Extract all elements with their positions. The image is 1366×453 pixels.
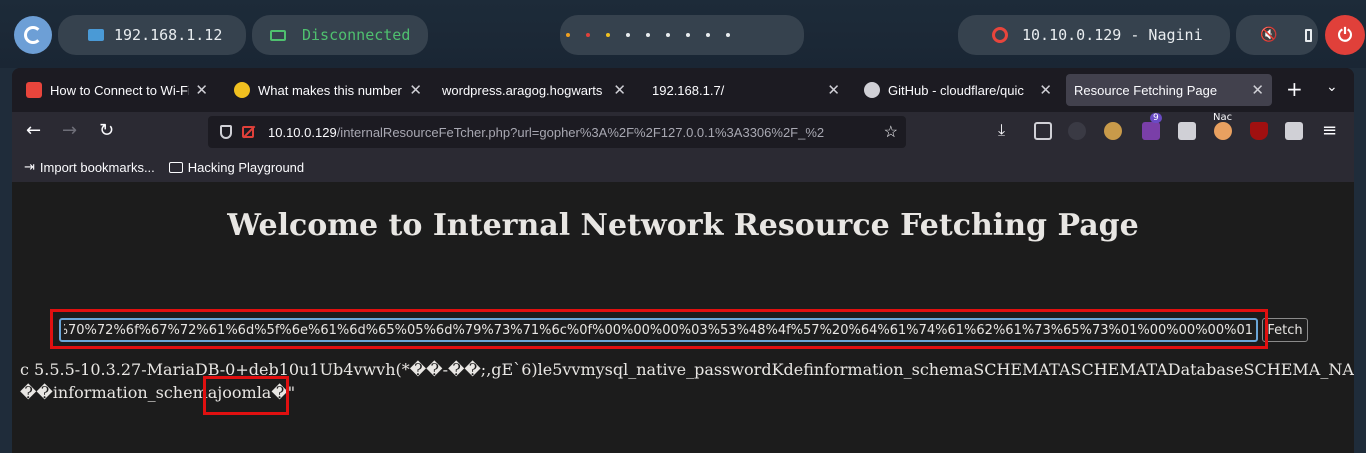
browser-window: How to Connect to Wi-Fi ✕ What makes thi… (12, 68, 1354, 453)
page-content: Welcome to Internal Network Resource Fet… (12, 182, 1354, 453)
address-bar[interactable]: 10.10.0.129 /internalResourceFeTcher.php… (208, 116, 906, 148)
url-path: /internalResourceFeTcher.php?url=gopher%… (336, 124, 825, 140)
downloads-icon[interactable]: ⤓ (998, 120, 1005, 140)
tracking-protection-icon[interactable] (220, 125, 232, 139)
import-bookmarks-item[interactable]: ⇥ Import bookmarks... (24, 159, 155, 175)
new-tab-button[interactable]: + (1286, 77, 1303, 101)
cookie-extension-icon[interactable] (1104, 122, 1122, 140)
tab-title: wordpress.aragog.hogwarts (442, 82, 603, 98)
close-tab-icon[interactable]: ✕ (613, 81, 626, 99)
github-icon (864, 82, 880, 98)
tab-5-active[interactable]: Resource Fetching Page ✕ (1066, 74, 1272, 106)
tab-title: Resource Fetching Page (1074, 82, 1218, 98)
target-name: 10.10.0.129 - Nagini (1022, 26, 1203, 44)
nac-label: Nac (1213, 112, 1233, 123)
tab-title: How to Connect to Wi-Fi (50, 82, 190, 98)
qr-code-icon[interactable] (1285, 122, 1303, 140)
url-host: 10.10.0.129 (268, 124, 337, 140)
workspace-dot-8[interactable] (706, 33, 710, 37)
target-icon (992, 27, 1008, 43)
workspace-dot-1[interactable] (566, 33, 570, 37)
close-tab-icon[interactable]: ✕ (195, 81, 208, 99)
extensions-icon[interactable] (1034, 122, 1052, 140)
network-icon (88, 29, 104, 41)
rocket-icon (234, 82, 250, 98)
ublock-icon[interactable] (1250, 122, 1268, 140)
battery-icon (1305, 28, 1313, 42)
workspace-dot-2[interactable] (586, 33, 590, 37)
tray-widget[interactable]: 🔇 (1236, 15, 1318, 55)
workspace-dot-3[interactable] (606, 33, 610, 37)
laptop-icon (270, 29, 286, 41)
folder-icon (168, 161, 183, 173)
close-tab-icon[interactable]: ✕ (827, 81, 840, 99)
close-tab-icon[interactable]: ✕ (409, 81, 422, 99)
tab-title: What makes this number (258, 82, 402, 98)
vpn-status-widget[interactable]: Disconnected (252, 15, 428, 55)
target-widget[interactable]: 10.10.0.129 - Nagini (958, 15, 1230, 55)
close-tab-icon[interactable]: ✕ (1039, 81, 1052, 99)
insecure-connection-icon[interactable] (242, 126, 254, 138)
extension-badge: 9 (1150, 113, 1162, 123)
workspace-dot-4[interactable] (626, 33, 630, 37)
bookmark-label: Hacking Playground (187, 159, 305, 175)
tab-0[interactable]: How to Connect to Wi-Fi ✕ (16, 74, 216, 106)
tab-1[interactable]: What makes this number ✕ (224, 74, 430, 106)
power-button[interactable]: ⏻ (1325, 15, 1365, 55)
list-all-tabs-button[interactable]: ⌄ (1326, 79, 1338, 95)
fetch-button[interactable]: Fetch (1262, 318, 1308, 342)
system-panel: 192.168.1.12 Disconnected 10.10.0.129 - … (0, 0, 1366, 68)
debian-logo-icon (24, 26, 42, 44)
highlight-box-input (50, 309, 1268, 349)
mask-extension-icon[interactable] (1068, 122, 1086, 140)
puzzle-extension-icon[interactable] (1142, 122, 1160, 140)
mute-icon[interactable]: 🔇 (1260, 27, 1277, 43)
tab-2[interactable]: wordpress.aragog.hogwarts ✕ (432, 74, 634, 106)
tab-bar: How to Connect to Wi-Fi ✕ What makes thi… (12, 68, 1354, 112)
forward-button[interactable]: → (62, 120, 77, 141)
reload-button[interactable]: ↻ (99, 120, 114, 141)
tab-title: GitHub - cloudflare/quic (888, 82, 1024, 98)
house-extension-icon[interactable] (1178, 122, 1196, 140)
bookmarks-toolbar: ⇥ Import bookmarks... Hacking Playground (12, 152, 1354, 182)
bookmark-label: Import bookmarks... (39, 159, 155, 175)
nac-extension-icon[interactable] (1214, 122, 1232, 140)
vpn-status: Disconnected (302, 26, 411, 44)
workspace-dot-5[interactable] (646, 33, 650, 37)
page-heading: Welcome to Internal Network Resource Fet… (227, 208, 1139, 243)
hub-icon (26, 82, 42, 98)
workspace-dot-7[interactable] (686, 33, 690, 37)
bookmark-folder-hacking[interactable]: Hacking Playground (168, 159, 305, 175)
workspace-dot-6[interactable] (666, 33, 670, 37)
tab-title: 192.168.1.7/ (652, 82, 725, 98)
workspace-switcher[interactable] (560, 15, 804, 55)
highlight-box-joomla (203, 376, 289, 415)
back-button[interactable]: ← (26, 120, 41, 141)
workspace-dot-9[interactable] (726, 33, 730, 37)
close-tab-icon[interactable]: ✕ (1251, 81, 1264, 99)
tab-3[interactable]: 192.168.1.7/ ✕ (642, 74, 848, 106)
import-icon: ⇥ (24, 159, 35, 174)
app-launcher-button[interactable] (14, 16, 52, 54)
menu-icon[interactable]: ≡ (1322, 120, 1337, 141)
bookmark-star-icon[interactable]: ☆ (884, 122, 898, 142)
local-ip-widget[interactable]: 192.168.1.12 (58, 15, 246, 55)
navigation-toolbar: ← → ↻ 10.10.0.129 /internalResourceFeTch… (12, 112, 1354, 152)
tab-4[interactable]: GitHub - cloudflare/quic ✕ (854, 74, 1060, 106)
local-ip: 192.168.1.12 (114, 26, 223, 44)
